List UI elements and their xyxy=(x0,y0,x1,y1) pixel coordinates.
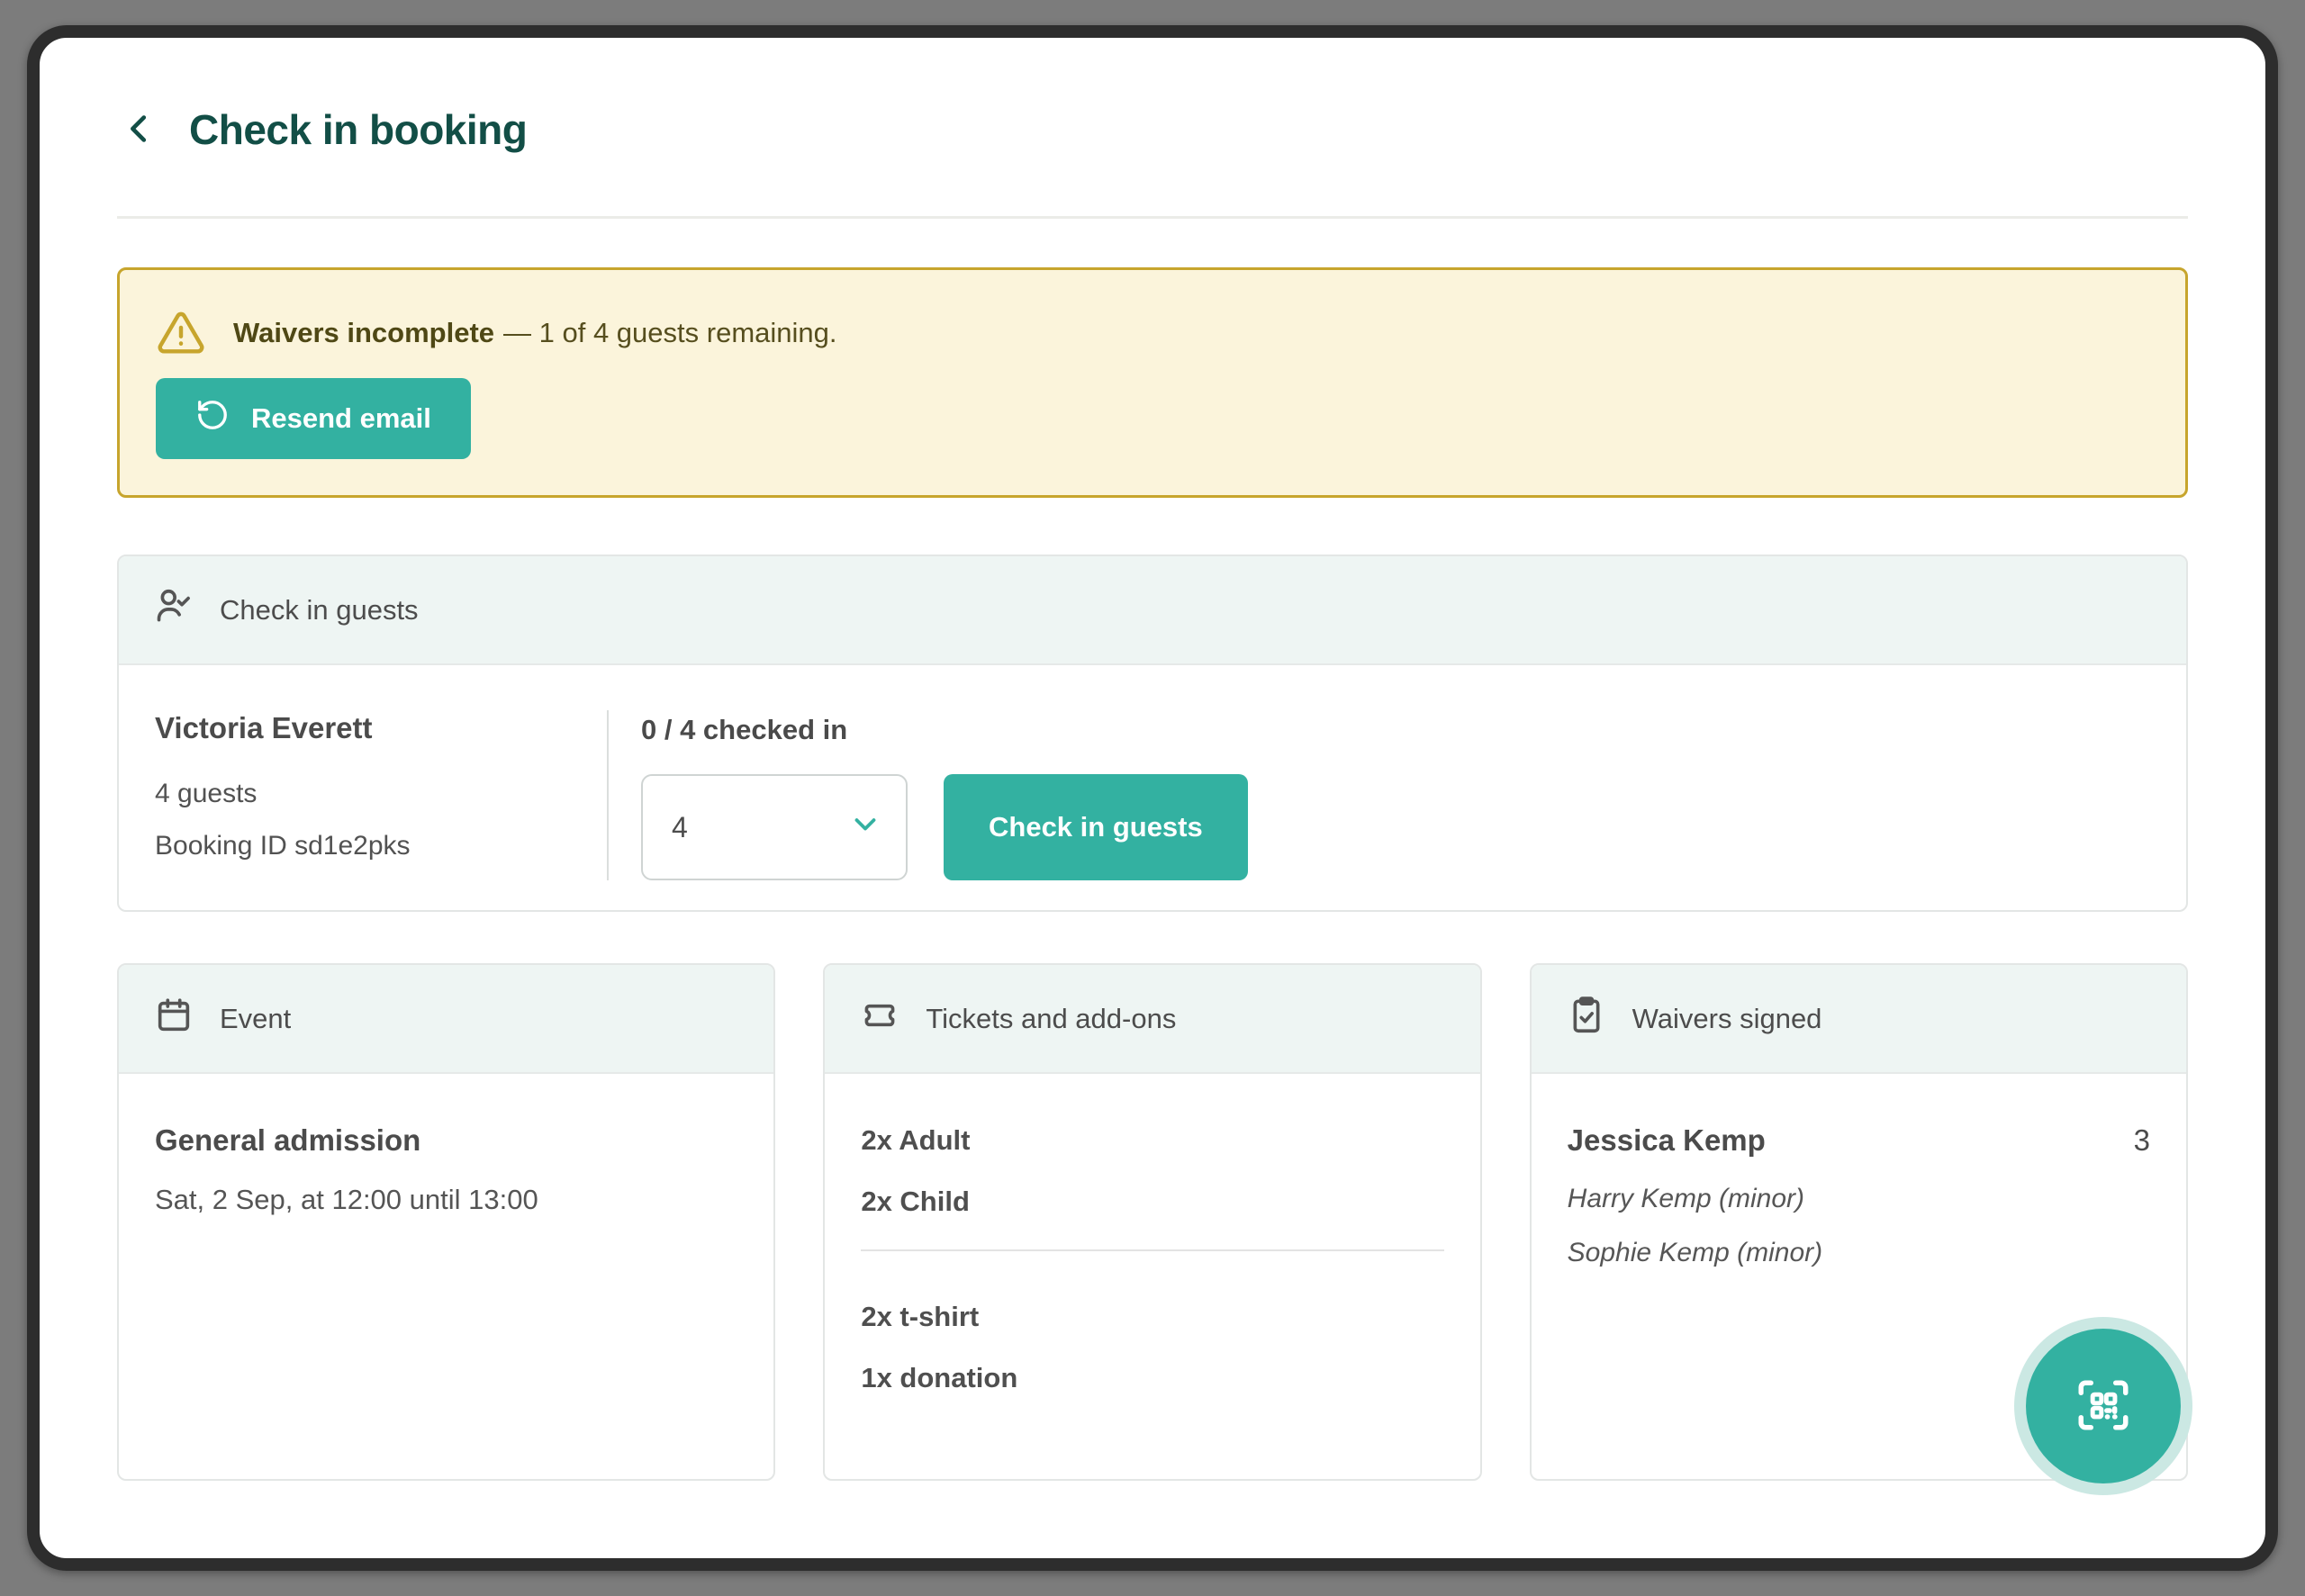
page-title: Check in booking xyxy=(189,104,527,156)
warning-message-bold: Waivers incomplete xyxy=(233,317,494,348)
warning-message: Waivers incomplete — 1 of 4 guests remain… xyxy=(233,308,837,358)
tickets-card-content: 2x Adult 2x Child 2x t-shirt 1x donation xyxy=(825,1074,1479,1479)
check-in-booking-window: Check in booking Waivers incomplete — 1 o… xyxy=(27,25,2278,1571)
warning-triangle-icon xyxy=(156,308,206,358)
header-divider xyxy=(117,216,2188,219)
guest-count: 4 guests xyxy=(155,777,607,811)
resend-refresh-icon xyxy=(195,398,230,439)
ticket-icon xyxy=(859,995,900,1043)
clipboard-check-icon xyxy=(1566,995,1607,1043)
check-in-action-row: 4 Check in guests xyxy=(641,774,1248,880)
waiver-signer-row: Jessica Kemp 3 xyxy=(1568,1123,2150,1159)
checked-in-progress: 0 / 4 checked in xyxy=(641,710,1248,750)
scan-qr-button[interactable] xyxy=(2026,1329,2181,1483)
waiver-minor: Harry Kemp (minor) xyxy=(1568,1182,2150,1215)
check-in-actions: 0 / 4 checked in 4 Check in guests xyxy=(609,710,1248,880)
event-card-header-label: Event xyxy=(220,1003,291,1035)
chevron-down-icon xyxy=(848,807,882,848)
check-in-guests-button[interactable]: Check in guests xyxy=(944,774,1248,880)
waiver-count: 3 xyxy=(2134,1123,2150,1158)
check-in-guests-panel: Check in guests Victoria Everett 4 guest… xyxy=(117,555,2188,912)
check-in-guests-header-label: Check in guests xyxy=(220,594,419,627)
booking-id: Booking ID sd1e2pks xyxy=(155,829,607,863)
event-card: Event General admission Sat, 2 Sep, at 1… xyxy=(117,963,775,1481)
ticket-item: 2x Adult xyxy=(861,1123,1443,1159)
event-name: General admission xyxy=(155,1123,737,1159)
tickets-card-header-label: Tickets and add-ons xyxy=(926,1003,1176,1035)
waiver-signer-name: Jessica Kemp xyxy=(1568,1123,1766,1159)
check-in-guests-body: Victoria Everett 4 guests Booking ID sd1… xyxy=(119,665,2186,910)
warning-message-rest: — 1 of 4 guests remaining. xyxy=(503,317,836,348)
lead-guest-name: Victoria Everett xyxy=(155,710,607,746)
waivers-card: Waivers signed Jessica Kemp 3 Harry Kemp… xyxy=(1530,963,2188,1481)
tickets-card: Tickets and add-ons 2x Adult 2x Child 2x… xyxy=(823,963,1481,1481)
waivers-card-header-label: Waivers signed xyxy=(1632,1003,1822,1035)
booking-summary: Victoria Everett 4 guests Booking ID sd1… xyxy=(155,710,607,880)
waivers-warning-banner: Waivers incomplete — 1 of 4 guests remain… xyxy=(117,267,2188,498)
add-ons-divider xyxy=(861,1249,1443,1251)
waivers-card-header: Waivers signed xyxy=(1532,965,2186,1074)
back-button[interactable] xyxy=(117,107,162,152)
calendar-icon xyxy=(153,995,194,1043)
tickets-card-header: Tickets and add-ons xyxy=(825,965,1479,1074)
waiver-minor: Sophie Kemp (minor) xyxy=(1568,1236,2150,1269)
event-card-header: Event xyxy=(119,965,773,1074)
user-check-icon xyxy=(153,586,194,635)
chevron-left-icon xyxy=(119,108,160,152)
qr-scan-icon xyxy=(2074,1375,2133,1438)
summary-cards-row: Event General admission Sat, 2 Sep, at 1… xyxy=(117,963,2188,1481)
resend-email-label: Resend email xyxy=(251,402,431,435)
guest-quantity-select[interactable]: 4 xyxy=(641,774,908,880)
page-header: Check in booking xyxy=(117,104,2188,156)
event-card-content: General admission Sat, 2 Sep, at 12:00 u… xyxy=(119,1074,773,1479)
resend-email-button[interactable]: Resend email xyxy=(156,378,471,459)
check-in-guests-header: Check in guests xyxy=(119,556,2186,665)
warning-row: Waivers incomplete — 1 of 4 guests remain… xyxy=(156,308,2149,358)
add-on-item: 2x t-shirt xyxy=(861,1299,1443,1335)
window-content: Check in booking Waivers incomplete — 1 o… xyxy=(40,38,2265,1481)
event-schedule: Sat, 2 Sep, at 12:00 until 13:00 xyxy=(155,1183,737,1217)
ticket-item: 2x Child xyxy=(861,1184,1443,1220)
add-on-item: 1x donation xyxy=(861,1360,1443,1396)
desktop-background: Check in booking Waivers incomplete — 1 o… xyxy=(0,0,2305,1596)
guest-quantity-value: 4 xyxy=(672,811,688,844)
